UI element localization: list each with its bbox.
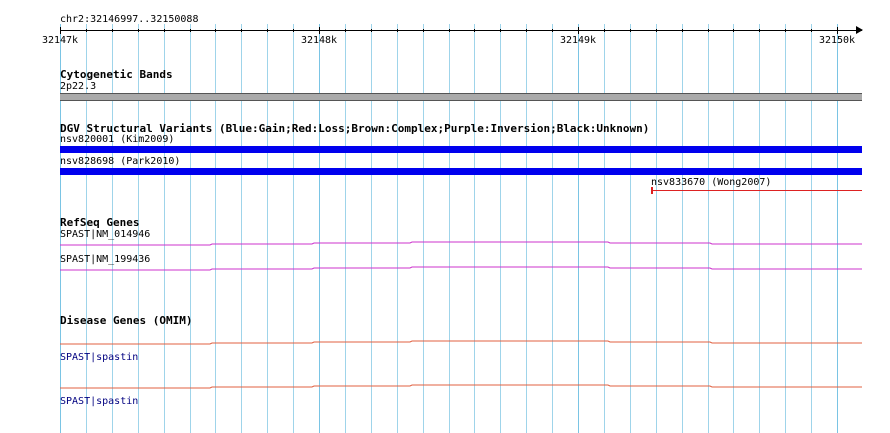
refseq-gene-model-1[interactable] — [60, 241, 862, 246]
omim-gene-model-1[interactable] — [60, 340, 862, 345]
refseq-gene-model-2[interactable] — [60, 266, 862, 271]
gene-models — [60, 241, 862, 389]
omim-gene-model-2[interactable] — [60, 384, 862, 389]
